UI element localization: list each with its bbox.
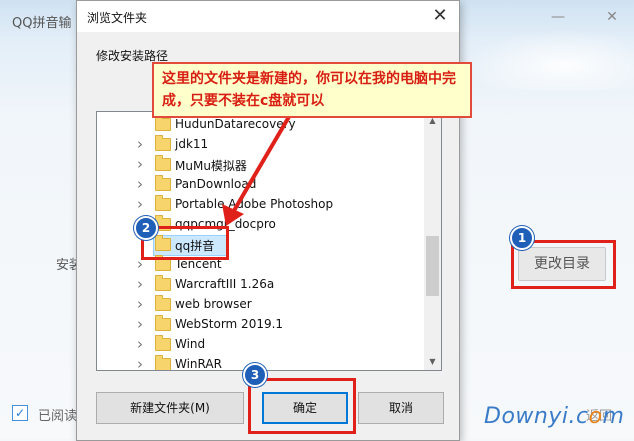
expand-chevron-icon[interactable]: › bbox=[137, 275, 143, 293]
tree-scrollbar[interactable]: ▲ ▼ bbox=[424, 112, 441, 370]
expand-chevron-icon[interactable]: › bbox=[137, 355, 143, 370]
expand-chevron-icon[interactable]: › bbox=[137, 175, 143, 193]
downyi-watermark: Downyi.com bbox=[484, 404, 624, 429]
installer-title: QQ拼音输 bbox=[12, 16, 72, 31]
tree-item-label: web browser bbox=[175, 297, 252, 311]
minimize-icon[interactable]: — bbox=[548, 7, 568, 27]
dialog-title: 浏览文件夹 bbox=[87, 11, 148, 25]
tree-item-label: MuMu模拟器 bbox=[175, 159, 247, 173]
tree-item-label: WinRAR bbox=[175, 357, 222, 371]
tree-item-label: WarcraftIII 1.26a bbox=[175, 277, 275, 291]
tree-item[interactable]: › PanDownload bbox=[97, 175, 423, 195]
tree-item-label: jdk11 bbox=[175, 137, 209, 151]
tree-item[interactable]: › WebStorm 2019.1 bbox=[97, 315, 423, 335]
expand-chevron-icon[interactable]: › bbox=[137, 195, 143, 213]
folder-icon bbox=[155, 355, 171, 370]
folder-icon bbox=[155, 195, 171, 211]
dialog-close-icon[interactable]: ✕ bbox=[429, 5, 451, 27]
new-folder-button[interactable]: 新建文件夹(M) bbox=[96, 392, 244, 424]
folder-icon bbox=[155, 275, 171, 291]
step-marker-2: 2 bbox=[134, 216, 158, 240]
watermark-dot: o bbox=[588, 404, 603, 429]
tree-item-label: Portable Adobe Photoshop bbox=[175, 197, 334, 211]
callout-text: 这里的文件夹是新建的，你可以在我的电脑中完成，只要不装在c盘就可以 bbox=[162, 71, 456, 109]
watermark-text: Downyi.c bbox=[484, 404, 589, 429]
tree-item-label: PanDownload bbox=[175, 177, 257, 191]
expand-chevron-icon[interactable]: › bbox=[137, 135, 143, 153]
dialog-titlebar: 浏览文件夹 ✕ bbox=[77, 1, 459, 32]
agree-label: 已阅读 bbox=[38, 409, 78, 424]
annotation-callout: 这里的文件夹是新建的，你可以在我的电脑中完成，只要不装在c盘就可以 bbox=[152, 62, 472, 118]
tree-item-label: WebStorm 2019.1 bbox=[175, 317, 284, 331]
close-icon[interactable]: ✕ bbox=[602, 7, 622, 27]
watermark-tail: m bbox=[602, 404, 625, 429]
tree-item-label: HudunDatarecovery bbox=[175, 117, 296, 131]
cancel-button[interactable]: 取消 bbox=[358, 392, 444, 424]
folder-icon bbox=[155, 315, 171, 331]
folder-icon bbox=[155, 335, 171, 351]
agree-checkbox[interactable]: ✓ bbox=[12, 405, 28, 421]
expand-chevron-icon[interactable]: › bbox=[137, 315, 143, 333]
folder-icon bbox=[155, 135, 171, 151]
tree-item[interactable]: › jdk11 bbox=[97, 135, 423, 155]
folder-icon bbox=[155, 155, 171, 171]
folder-icon bbox=[155, 175, 171, 191]
scroll-down-icon[interactable]: ▼ bbox=[424, 353, 441, 370]
step-marker-1: 1 bbox=[510, 226, 534, 250]
folder-icon bbox=[155, 295, 171, 311]
highlight-box-ok bbox=[248, 378, 356, 434]
expand-chevron-icon[interactable]: › bbox=[137, 335, 143, 353]
expand-chevron-icon[interactable]: › bbox=[137, 155, 143, 173]
tree-item[interactable]: › Wind bbox=[97, 335, 423, 355]
tree-item-label: Wind bbox=[175, 337, 206, 351]
step-marker-3: 3 bbox=[243, 363, 267, 387]
expand-chevron-icon[interactable]: › bbox=[137, 295, 143, 313]
background-clouds bbox=[460, 30, 634, 90]
scroll-thumb[interactable] bbox=[426, 236, 439, 296]
folder-icon bbox=[155, 115, 171, 131]
tree-item[interactable]: › Portable Adobe Photoshop bbox=[97, 195, 423, 215]
tree-item[interactable]: › web browser bbox=[97, 295, 423, 315]
tree-item[interactable]: › WarcraftIII 1.26a bbox=[97, 275, 423, 295]
tree-item[interactable]: HudunDatarecovery bbox=[97, 115, 423, 135]
tree-item[interactable]: › MuMu模拟器 bbox=[97, 155, 423, 175]
